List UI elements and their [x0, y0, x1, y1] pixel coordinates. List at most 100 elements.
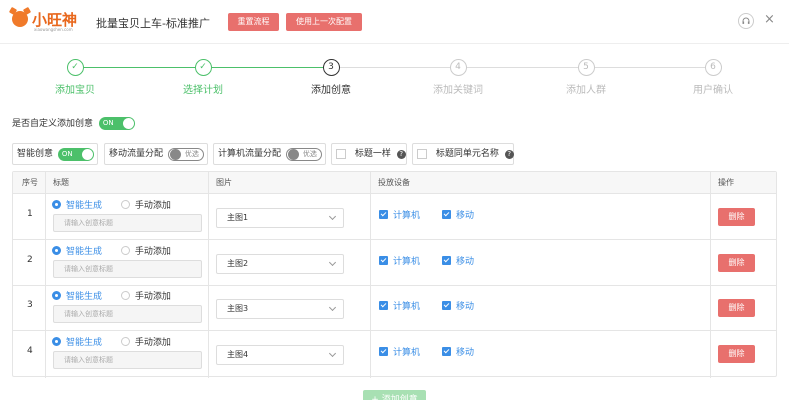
delete-button[interactable]: 删除	[718, 345, 755, 363]
custom-creative-label: 是否自定义添加创意	[12, 119, 94, 129]
same-title-label: 标题一样	[354, 149, 391, 159]
device-label: 计算机	[393, 257, 421, 267]
image-select-value: 主图2	[227, 259, 249, 268]
device-pc-checkbox[interactable]: 计算机	[379, 208, 420, 221]
device-pc-checkbox[interactable]: 计算机	[379, 345, 420, 358]
device-mobile-checkbox[interactable]: 移动	[442, 254, 474, 267]
col-title-header: 标题	[53, 178, 69, 187]
checkbox-checked-icon	[379, 301, 388, 310]
toggle-knob	[287, 149, 299, 160]
step-4: 4 添加关键词	[413, 58, 503, 96]
same-title-checkbox[interactable]	[336, 149, 346, 159]
pc-flow-toggle[interactable]: 优选	[285, 148, 322, 161]
step-2: ✓ 选择计划	[158, 58, 248, 96]
radio-label: 手动添加	[134, 292, 171, 302]
table-row: 1 智能生成 手动添加 请输入创意标题 主图1 计算机 移动 删除	[13, 195, 776, 240]
smart-creative-toggle[interactable]: ON	[57, 148, 94, 161]
image-select[interactable]: 主图4	[216, 345, 344, 365]
step-label: 添加宝贝	[55, 85, 95, 96]
radio-manual-add[interactable]: 手动添加	[120, 244, 171, 257]
checkbox-checked-icon	[442, 301, 451, 310]
step-label: 选择计划	[183, 85, 223, 96]
device-mobile-checkbox[interactable]: 移动	[442, 345, 474, 358]
toggle-state-text: 优选	[302, 150, 317, 158]
radio-smart-generate[interactable]: 智能生成	[52, 335, 102, 348]
chevron-down-icon	[328, 258, 337, 267]
image-select[interactable]: 主图3	[216, 299, 344, 319]
checkbox-checked-icon	[379, 347, 388, 356]
device-label: 移动	[456, 302, 475, 312]
toggle-knob	[169, 149, 181, 160]
custom-creative-toggle[interactable]: ON	[98, 117, 135, 130]
delete-button[interactable]: 删除	[718, 299, 755, 317]
device-pc-checkbox[interactable]: 计算机	[379, 299, 420, 312]
radio-manual-add[interactable]: 手动添加	[120, 335, 171, 348]
image-select-value: 主图1	[227, 213, 249, 222]
radio-dot	[52, 291, 61, 300]
checkbox-checked-icon	[442, 256, 451, 265]
radio-dot	[120, 337, 130, 346]
radio-label: 智能生成	[66, 247, 103, 257]
step-number: 5	[577, 59, 595, 76]
use-last-config-button[interactable]: 使用上一次配置	[286, 13, 362, 31]
checkbox-checked-icon	[379, 256, 388, 265]
headset-support-icon[interactable]	[738, 13, 754, 29]
radio-manual-add[interactable]: 手动添加	[120, 289, 171, 302]
table-header: 序号 标题 图片 投放设备 操作	[13, 172, 776, 194]
device-mobile-checkbox[interactable]: 移动	[442, 208, 474, 221]
col-action-header: 操作	[718, 178, 734, 187]
image-select-value: 主图4	[227, 350, 249, 359]
device-label: 计算机	[393, 348, 421, 358]
logo-subtext: xiaowangshen.com	[34, 27, 73, 32]
creative-title-input[interactable]: 请输入创意标题	[53, 214, 202, 232]
smart-creative-option: 智能创意 ON	[12, 143, 98, 165]
toggle-state-text: ON	[61, 150, 73, 158]
radio-label: 智能生成	[66, 201, 103, 211]
radio-dot	[52, 246, 61, 255]
creative-title-input[interactable]: 请输入创意标题	[53, 305, 202, 323]
mobile-flow-option: 移动流量分配 优选	[104, 143, 208, 165]
delete-button[interactable]: 删除	[718, 254, 755, 272]
same-title-option[interactable]: 标题一样 ?	[331, 143, 407, 165]
help-icon[interactable]: ?	[504, 150, 514, 159]
radio-dot	[120, 200, 130, 209]
delete-button[interactable]: 删除	[718, 208, 755, 226]
add-creative-button[interactable]: + 添加创意	[363, 390, 426, 400]
checkbox-checked-icon	[379, 210, 388, 219]
close-icon[interactable]: ×	[764, 11, 775, 29]
logo-mascot-icon	[12, 11, 28, 27]
checkbox-checked-icon	[442, 347, 451, 356]
logo: 小旺神 xiaowangshen.com	[12, 9, 82, 33]
title-unit-name-checkbox[interactable]	[417, 149, 427, 159]
step-5: 5 添加人群	[541, 58, 631, 96]
title-mode-radio-group: 智能生成 手动添加	[52, 198, 187, 211]
app-header: 小旺神 xiaowangshen.com 批量宝贝上车-标准推广 重置流程 使用…	[0, 0, 789, 44]
chevron-down-icon	[328, 349, 337, 358]
table-row: 3 智能生成 手动添加 请输入创意标题 主图3 计算机 移动 删除	[13, 286, 776, 331]
radio-dot	[120, 246, 130, 255]
radio-dot	[52, 337, 61, 346]
radio-label: 手动添加	[134, 338, 171, 348]
toggle-knob	[122, 118, 134, 129]
checkbox-checked-icon	[442, 210, 451, 219]
mobile-flow-toggle[interactable]: 优选	[167, 148, 204, 161]
image-select[interactable]: 主图1	[216, 208, 344, 228]
radio-smart-generate[interactable]: 智能生成	[52, 198, 102, 211]
device-pc-checkbox[interactable]: 计算机	[379, 254, 420, 267]
creative-title-input[interactable]: 请输入创意标题	[53, 260, 202, 278]
title-unit-name-option[interactable]: 标题同单元名称 ?	[412, 143, 514, 165]
device-mobile-checkbox[interactable]: 移动	[442, 299, 474, 312]
title-unit-name-label: 标题同单元名称	[435, 149, 499, 159]
device-label: 计算机	[393, 211, 421, 221]
radio-smart-generate[interactable]: 智能生成	[52, 244, 102, 257]
creative-title-input[interactable]: 请输入创意标题	[53, 351, 202, 369]
radio-label: 手动添加	[134, 201, 171, 211]
col-seq-header: 序号	[22, 178, 38, 187]
radio-smart-generate[interactable]: 智能生成	[52, 289, 102, 302]
help-icon[interactable]: ?	[396, 150, 406, 159]
reset-flow-button[interactable]: 重置流程	[228, 13, 279, 31]
radio-manual-add[interactable]: 手动添加	[120, 198, 171, 211]
toggle-state-text: ON	[102, 119, 114, 127]
col-image-header: 图片	[216, 178, 232, 187]
image-select[interactable]: 主图2	[216, 254, 344, 274]
